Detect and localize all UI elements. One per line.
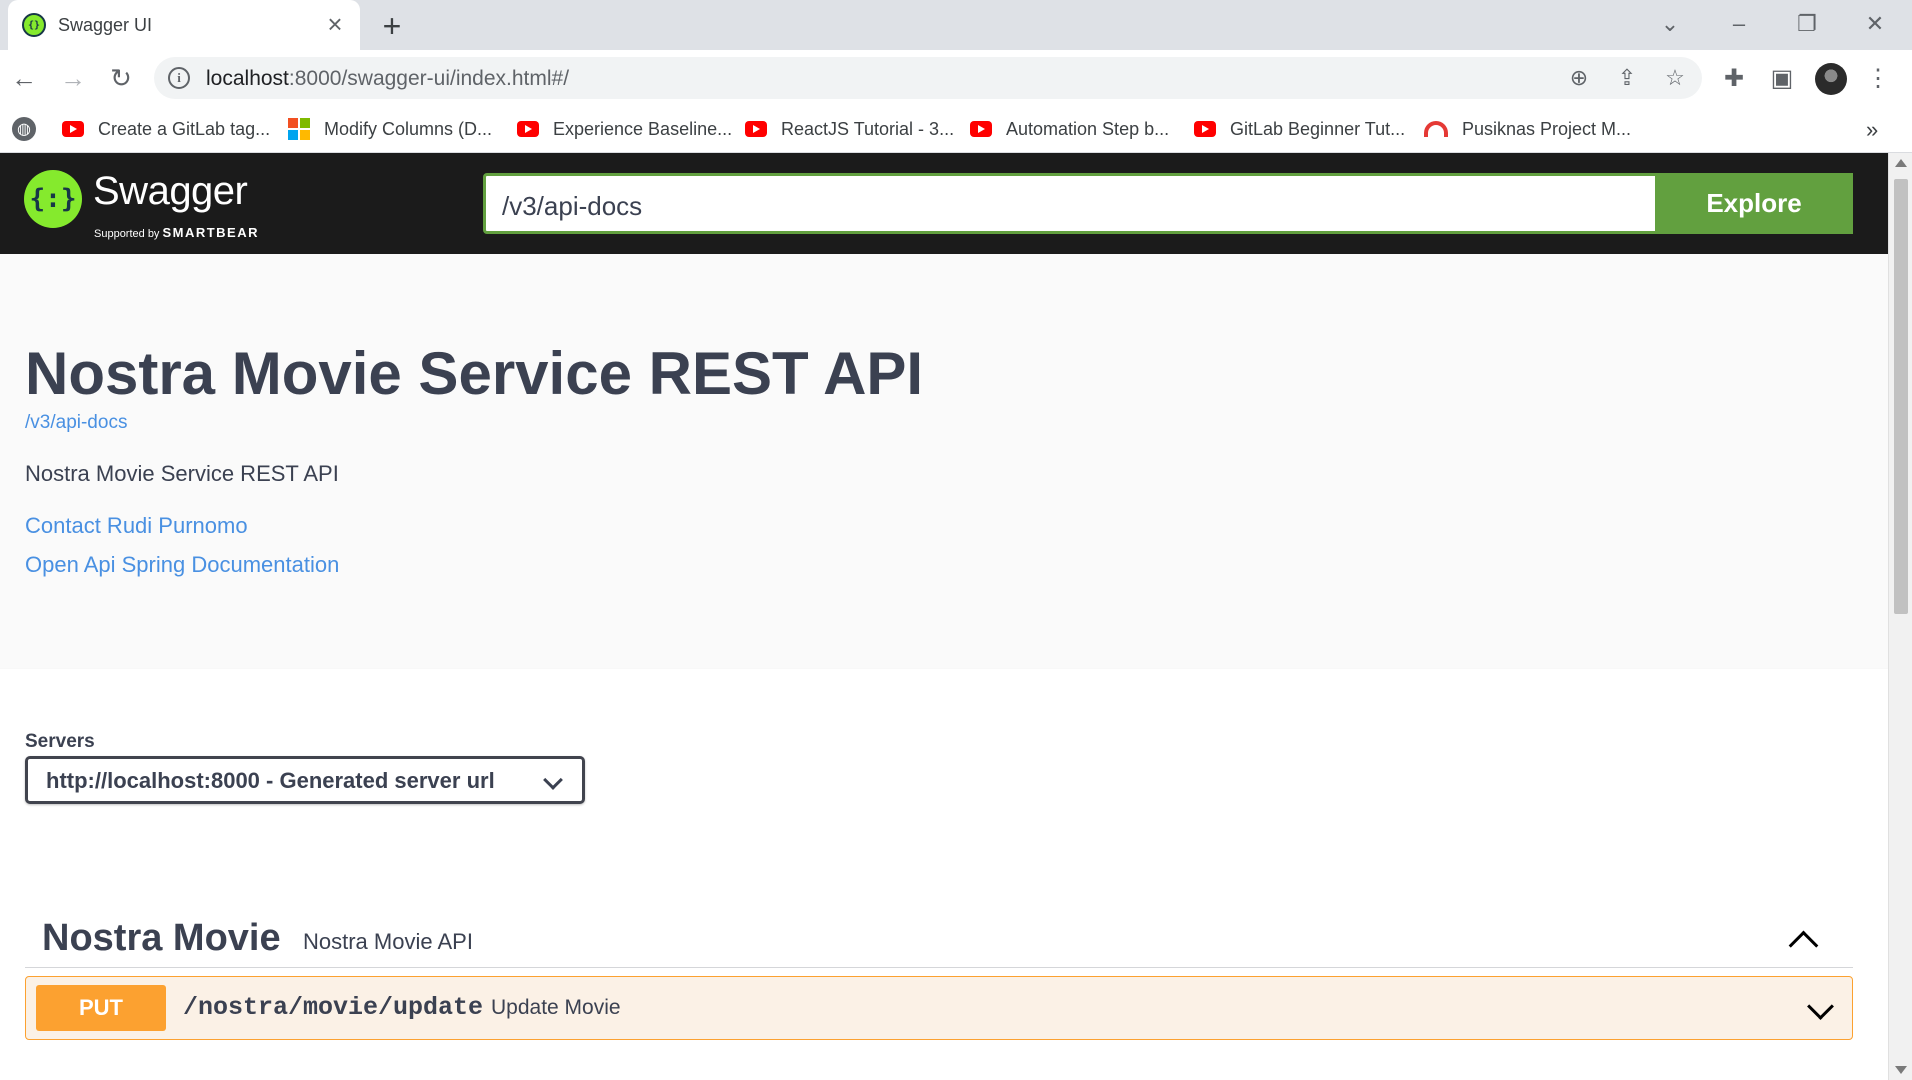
operation-path: /nostra/movie/update (183, 993, 484, 1022)
bookmark-label: ReactJS Tutorial - 3... (781, 118, 955, 139)
operations-section: Nostra Movie Nostra Movie API PUT /nostr… (0, 855, 1888, 1080)
tab-search-icon[interactable]: ⌄ (1650, 6, 1690, 42)
swagger-logo-icon[interactable]: {:} (24, 170, 82, 228)
bookmark-item[interactable]: Automation Step b... (970, 114, 1169, 144)
scroll-up-icon[interactable] (1895, 159, 1907, 167)
bookmark-label: Create a GitLab tag... (98, 118, 271, 139)
side-panel-icon[interactable]: ▣ (1764, 60, 1800, 96)
bookmark-item[interactable]: Create a GitLab tag... (62, 114, 270, 144)
swagger-logo-text[interactable]: Swagger (93, 169, 248, 214)
extensions-icon[interactable]: ✚ (1716, 60, 1752, 96)
address-bar[interactable]: i localhost:8000/swagger-ui/index.html#/… (154, 57, 1702, 99)
bookmark-star-icon[interactable]: ☆ (1660, 63, 1690, 93)
swagger-topbar: {:} Swagger Supported by SMARTBEAR /v3/ap… (0, 153, 1888, 254)
servers-select[interactable]: http://localhost:8000 - Generated server… (25, 756, 585, 804)
servers-selected-value: http://localhost:8000 - Generated server… (46, 768, 495, 793)
supported-by-text: Supported by (94, 228, 160, 240)
reload-icon[interactable]: ↻ (103, 60, 139, 96)
swagger-logo-subtitle: Supported by SMARTBEAR (94, 225, 259, 240)
bookmark-item[interactable]: Experience Baseline... (517, 114, 732, 144)
zoom-icon[interactable]: ⊕ (1564, 63, 1594, 93)
servers-section: Servers http://localhost:8000 - Generate… (0, 669, 1888, 855)
youtube-icon (517, 121, 539, 137)
youtube-icon (62, 121, 84, 137)
youtube-icon (1194, 121, 1216, 137)
scrollbar-thumb[interactable] (1894, 179, 1908, 614)
bookmark-label: Pusiknas Project M... (1462, 118, 1632, 139)
method-badge: PUT (36, 985, 166, 1031)
chevron-down-icon[interactable] (1807, 993, 1834, 1020)
spec-url-input[interactable]: /v3/api-docs (483, 173, 1853, 234)
explore-button[interactable]: Explore (1655, 173, 1853, 234)
tab-close-icon[interactable]: × (320, 9, 350, 39)
api-title: Nostra Movie Service REST API (25, 340, 924, 407)
bookmark-label: Modify Columns (D... (324, 118, 493, 139)
api-description: Nostra Movie Service REST API (25, 461, 339, 486)
tab-title: Swagger UI (58, 15, 153, 35)
tab-strip: {} Swagger UI × + ⌄ – ❐ ✕ (0, 0, 1912, 50)
address-url[interactable]: localhost:8000/swagger-ui/index.html#/ (206, 67, 569, 91)
minimize-icon[interactable]: – (1719, 6, 1759, 42)
chevron-down-icon (543, 770, 563, 790)
close-window-icon[interactable]: ✕ (1855, 6, 1895, 42)
site-info-icon[interactable]: i (168, 67, 190, 89)
tag-header[interactable]: Nostra Movie Nostra Movie API (25, 907, 1853, 968)
bookmark-item[interactable]: ReactJS Tutorial - 3... (745, 114, 954, 144)
bookmark-label: Experience Baseline... (553, 118, 733, 139)
chevron-up-icon[interactable] (1783, 917, 1823, 957)
bookmark-label: Automation Step b... (1006, 118, 1170, 139)
contact-link[interactable]: Contact Rudi Purnomo (25, 513, 248, 539)
menu-kebab-icon[interactable]: ⋮ (1860, 60, 1896, 96)
api-info-section: Nostra Movie Service REST API /v3/api-do… (0, 254, 1888, 669)
swagger-favicon-icon: {} (22, 13, 46, 37)
browser-toolbar: ← → ↻ i localhost:8000/swagger-ui/index.… (0, 50, 1912, 106)
operation-put-block[interactable]: PUT /nostra/movie/update Update Movie (25, 976, 1853, 1040)
external-docs-link[interactable]: Open Api Spring Documentation (25, 552, 339, 578)
bookmark-label: GitLab Beginner Tut... (1230, 118, 1406, 139)
url-host: localhost (206, 67, 289, 90)
url-path: :8000/swagger-ui/index.html#/ (288, 67, 570, 90)
youtube-icon (745, 121, 767, 137)
smartbear-text: SMARTBEAR (162, 225, 259, 240)
profile-avatar[interactable] (1815, 63, 1847, 95)
share-icon[interactable]: ⇪ (1612, 63, 1642, 93)
tag-description: Nostra Movie API (303, 929, 473, 954)
page-viewport: {:} Swagger Supported by SMARTBEAR /v3/ap… (0, 153, 1888, 1080)
page-scrollbar[interactable] (1888, 153, 1912, 1080)
bookmark-item[interactable]: Pusiknas Project M... (1424, 114, 1631, 144)
youtube-icon (970, 121, 992, 137)
scroll-down-icon[interactable] (1895, 1066, 1907, 1074)
browser-tab[interactable]: {} Swagger UI × (8, 0, 360, 50)
tag-name: Nostra Movie (42, 917, 281, 959)
forward-icon[interactable]: → (55, 60, 91, 96)
bookmarks-overflow-icon[interactable]: » (1866, 117, 1878, 143)
api-docs-link[interactable]: /v3/api-docs (25, 412, 127, 434)
arch-icon (1424, 121, 1448, 137)
back-icon[interactable]: ← (6, 60, 42, 96)
restore-icon[interactable]: ❐ (1787, 6, 1827, 42)
spec-url-value: /v3/api-docs (502, 191, 643, 221)
microsoft-icon (288, 118, 310, 140)
bookmark-item[interactable]: Modify Columns (D... (288, 114, 492, 144)
bookmark-item[interactable]: GitLab Beginner Tut... (1194, 114, 1405, 144)
bookmarks-bar: ◍ Create a GitLab tag... Modify Columns … (0, 106, 1912, 153)
operation-summary: Update Movie (491, 996, 621, 1019)
new-tab-button[interactable]: + (374, 8, 410, 44)
apps-globe-icon[interactable]: ◍ (12, 117, 36, 141)
servers-label: Servers (25, 731, 95, 752)
